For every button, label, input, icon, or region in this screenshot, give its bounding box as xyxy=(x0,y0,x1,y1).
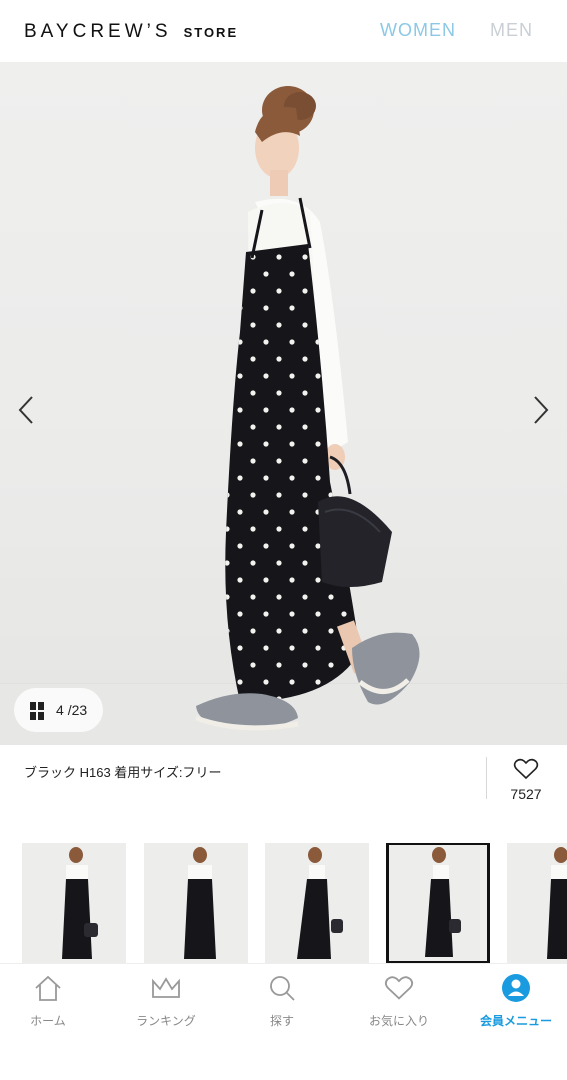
model-size-caption: ブラック H163 着用サイズ:フリー xyxy=(24,765,222,780)
model-photo xyxy=(195,86,420,731)
home-icon xyxy=(35,975,61,1001)
thumbnail-strip xyxy=(0,843,567,963)
search-icon xyxy=(270,976,295,1001)
nav-ranking-label: ランキング xyxy=(136,1014,196,1028)
thumbnail-5[interactable] xyxy=(507,843,567,963)
thumbnail-2[interactable] xyxy=(144,843,248,963)
store-logo[interactable]: BAYCREW’S STORE xyxy=(24,21,238,43)
divider xyxy=(486,757,487,799)
logo-store-text: STORE xyxy=(183,25,239,40)
nav-women-link[interactable]: WOMEN xyxy=(380,20,456,41)
logo-brand-text: BAYCREW’S xyxy=(24,21,172,42)
nav-favorites-label: お気に入り xyxy=(368,1014,429,1028)
thumbnail-1[interactable] xyxy=(22,843,126,963)
heart-icon xyxy=(384,976,414,1000)
heart-icon xyxy=(513,758,539,780)
nav-ranking[interactable]: ランキング xyxy=(116,972,216,1029)
nav-men-link[interactable]: MEN xyxy=(490,20,533,41)
chevron-left-icon xyxy=(18,396,33,424)
image-counter-current: 4 xyxy=(56,702,64,718)
thumbnail-3[interactable] xyxy=(265,843,369,963)
thumbnail-4-selected[interactable] xyxy=(386,843,490,963)
nav-search[interactable]: 探す xyxy=(232,972,332,1029)
chevron-right-icon xyxy=(534,396,549,424)
image-counter-button[interactable]: 4 /23 xyxy=(14,688,104,732)
favorite-button[interactable]: 7527 xyxy=(503,757,549,802)
nav-home[interactable]: ホーム xyxy=(0,972,98,1029)
nav-search-label: 探す xyxy=(269,1014,294,1028)
image-counter-total: /23 xyxy=(67,702,88,718)
nav-member-menu[interactable]: 会員メニュー xyxy=(466,972,566,1029)
prev-image-button[interactable] xyxy=(6,382,46,438)
favorite-count: 7527 xyxy=(510,786,542,802)
product-main-image[interactable]: 4 /23 xyxy=(0,62,567,745)
nav-home-label: ホーム xyxy=(30,1014,66,1028)
next-image-button[interactable] xyxy=(521,382,561,438)
nav-favorites[interactable]: お気に入り xyxy=(349,972,449,1029)
crown-icon xyxy=(152,977,180,998)
bottom-nav-bar: ホーム ランキング 探す お気に入り 会員メニュー xyxy=(0,963,567,1080)
nav-member-menu-label: 会員メニュー xyxy=(479,1014,552,1028)
product-info-row: ブラック H163 着用サイズ:フリー 7527 xyxy=(0,745,567,815)
app-header: BAYCREW’S STORE WOMEN MEN xyxy=(0,0,567,62)
grid-icon xyxy=(30,701,44,720)
user-icon xyxy=(502,974,530,1002)
